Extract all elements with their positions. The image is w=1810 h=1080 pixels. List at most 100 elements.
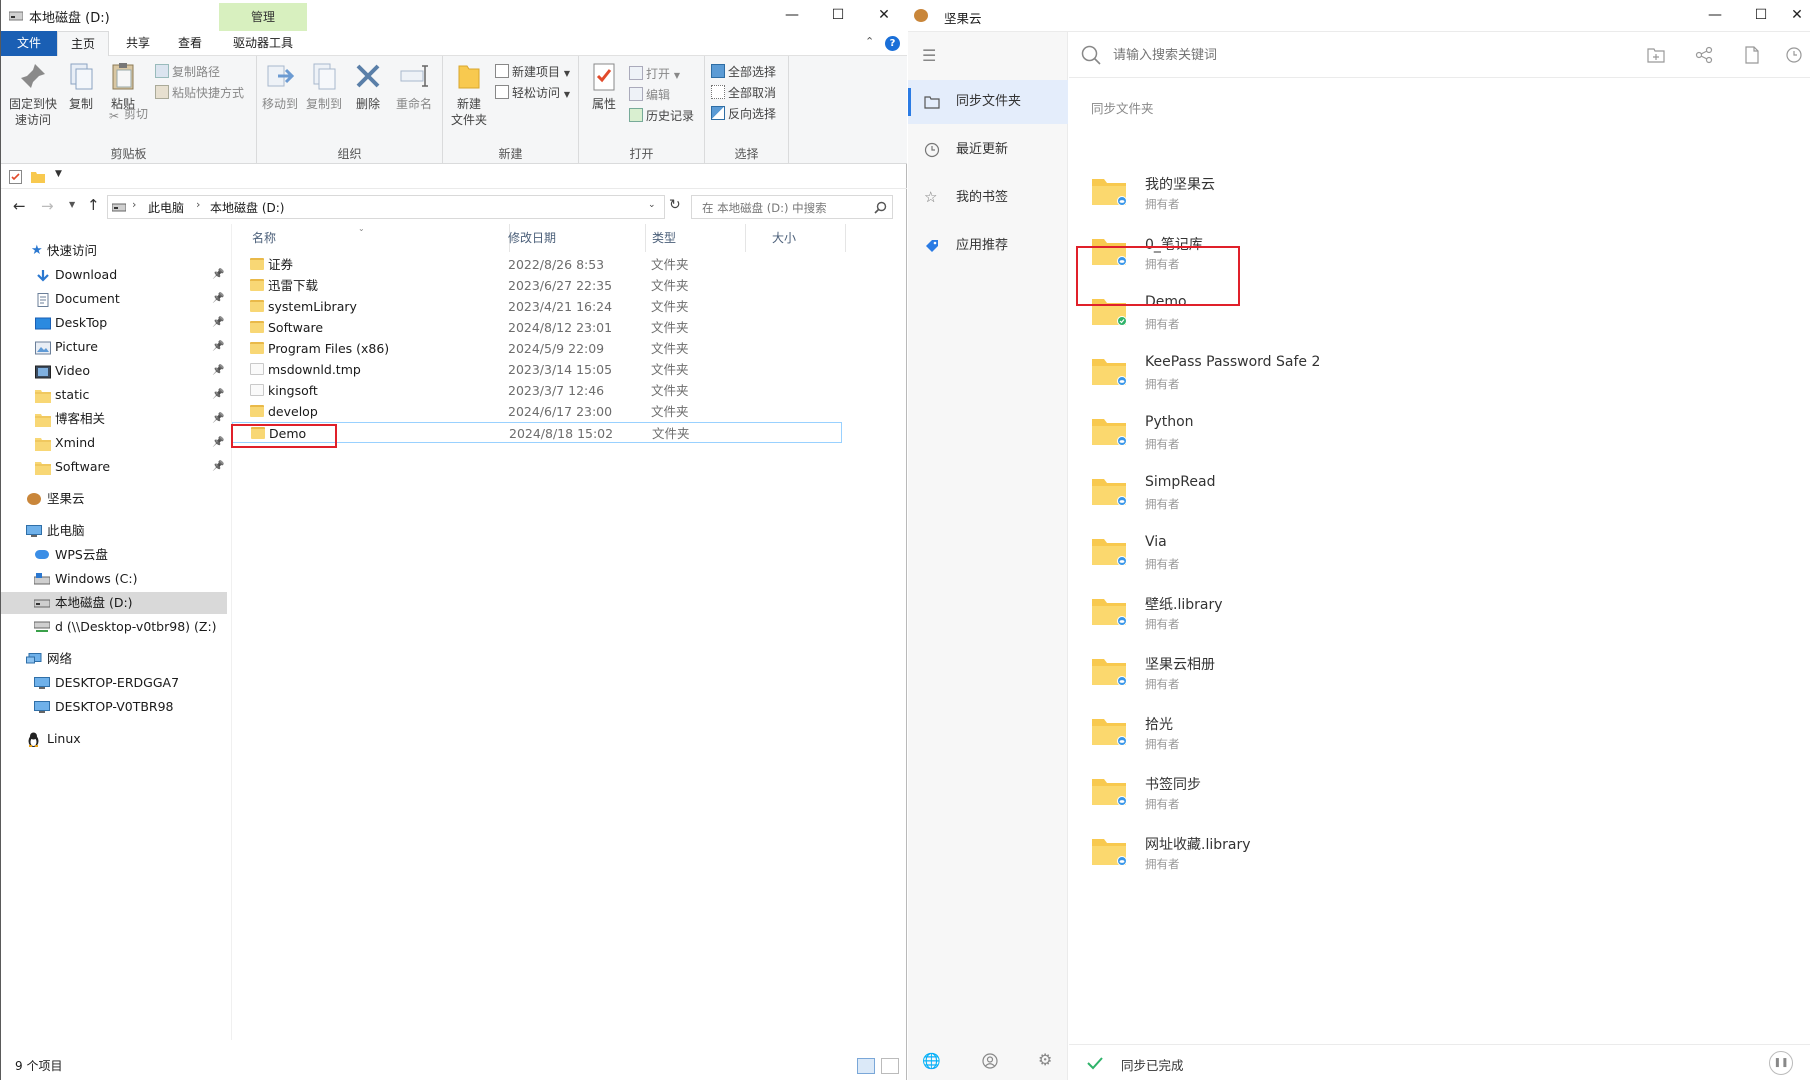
- nav-pinned-desktop[interactable]: DeskTop 📌: [1, 312, 227, 334]
- file-row[interactable]: Software 2024/8/12 23:01 文件夹: [232, 317, 842, 338]
- file-row[interactable]: systemLibrary 2023/4/21 16:24 文件夹: [232, 296, 842, 317]
- sync-folder-item[interactable]: 我的坚果云 拥有者: [1091, 166, 1351, 218]
- nav-recent-updates[interactable]: 最近更新: [908, 128, 1068, 172]
- breadcrumb-drive-d[interactable]: 本地磁盘 (D:): [210, 199, 284, 216]
- move-to-button[interactable]: 移动到: [261, 60, 299, 112]
- recent-locations-icon[interactable]: ▼: [69, 200, 75, 209]
- file-row[interactable]: kingsoft 2023/3/7 12:46 文件夹: [232, 380, 842, 401]
- tab-view[interactable]: 查看: [165, 31, 215, 56]
- nav-desktop-erdgga7[interactable]: DESKTOP-ERDGGA7: [1, 672, 227, 694]
- pin-icon[interactable]: 📌: [212, 312, 224, 334]
- sync-folder-item[interactable]: 书签同步 拥有者: [1091, 766, 1351, 818]
- details-view-icon[interactable]: [857, 1058, 875, 1074]
- sync-folder-item[interactable]: 0_笔记库 拥有者: [1091, 226, 1351, 278]
- sync-folder-item[interactable]: Demo 拥有者: [1091, 286, 1351, 338]
- sync-folder-item[interactable]: 拾光 拥有者: [1091, 706, 1351, 758]
- nav-linux[interactable]: Linux: [1, 728, 227, 750]
- file-row[interactable]: Program Files (x86) 2024/5/9 22:09 文件夹: [232, 338, 842, 359]
- address-bar[interactable]: › 此电脑 › 本地磁盘 (D:) ⌄: [107, 195, 665, 219]
- refresh-icon[interactable]: ↻: [669, 197, 681, 213]
- pin-icon[interactable]: 📌: [212, 360, 224, 382]
- tab-share[interactable]: 共享: [113, 31, 163, 56]
- sync-folder-item[interactable]: 网址收藏.library 拥有者: [1091, 826, 1351, 878]
- properties-button[interactable]: 属性: [587, 60, 621, 112]
- nav-wps-cloud[interactable]: WPS云盘: [1, 544, 227, 566]
- large-icons-view-icon[interactable]: [881, 1058, 899, 1074]
- breadcrumb-this-pc[interactable]: 此电脑: [148, 199, 184, 216]
- help-icon[interactable]: ?: [885, 36, 900, 51]
- file-row[interactable]: msdownld.tmp 2023/3/14 15:05 文件夹: [232, 359, 842, 380]
- paste-shortcut-button[interactable]: 粘贴快捷方式: [155, 83, 244, 103]
- rename-button[interactable]: 重命名: [393, 60, 435, 112]
- tab-drive-tools[interactable]: 驱动器工具: [221, 31, 305, 56]
- file-row[interactable]: Demo 2024/8/18 15:02 文件夹: [232, 422, 842, 443]
- maximize-icon[interactable]: ☐: [815, 0, 861, 31]
- nav-local-disk-d[interactable]: 本地磁盘 (D:): [1, 592, 227, 614]
- pin-icon[interactable]: 📌: [212, 264, 224, 286]
- nav-pinned-[interactable]: 博客相关 📌: [1, 408, 227, 430]
- pin-icon[interactable]: 📌: [212, 408, 224, 430]
- nav-bookmarks[interactable]: ☆ 我的书签: [908, 176, 1068, 220]
- sync-folder-item[interactable]: SimpRead 拥有者: [1091, 466, 1351, 518]
- new-item-button[interactable]: 新建项目 ▼: [495, 62, 570, 82]
- minimize-icon[interactable]: —: [769, 0, 815, 31]
- tab-manage[interactable]: 管理: [219, 3, 307, 31]
- nav-network[interactable]: 网络: [1, 648, 227, 670]
- search-box[interactable]: 在 本地磁盘 (D:) 中搜索: [691, 195, 893, 219]
- search-input[interactable]: [1113, 43, 1513, 67]
- history-button[interactable]: 历史记录: [629, 106, 694, 126]
- close-icon[interactable]: ✕: [1774, 0, 1810, 32]
- pin-icon[interactable]: 📌: [212, 456, 224, 478]
- share-icon[interactable]: [1695, 46, 1713, 64]
- column-type[interactable]: 类型: [646, 224, 746, 252]
- menu-icon[interactable]: ☰: [922, 46, 936, 65]
- select-all-button[interactable]: 全部选择: [711, 62, 776, 82]
- pin-icon[interactable]: 📌: [212, 336, 224, 358]
- open-button[interactable]: 打开 ▼: [629, 64, 680, 84]
- nav-desktop-v0tbr98[interactable]: DESKTOP-V0TBR98: [1, 696, 227, 718]
- globe-icon[interactable]: 🌐: [922, 1052, 941, 1070]
- pause-icon[interactable]: ❚❚: [1769, 1051, 1793, 1075]
- sync-folder-item[interactable]: Python 拥有者: [1091, 406, 1351, 458]
- delete-button[interactable]: 删除: [351, 60, 385, 112]
- invert-selection-button[interactable]: 反向选择: [711, 104, 776, 124]
- nav-jianguoyun[interactable]: 坚果云: [1, 488, 227, 510]
- nav-this-pc[interactable]: 此电脑: [1, 520, 227, 542]
- nav-pinned-software[interactable]: Software 📌: [1, 456, 227, 478]
- properties-small-icon[interactable]: [9, 170, 22, 184]
- nav-sync-folders[interactable]: 同步文件夹: [908, 80, 1068, 124]
- copy-button[interactable]: 复制: [63, 60, 99, 112]
- nav-quick-access[interactable]: ★ 快速访问: [1, 240, 227, 262]
- nav-windows-c[interactable]: Windows (C:): [1, 568, 227, 590]
- nav-pinned-static[interactable]: static 📌: [1, 384, 227, 406]
- easy-access-button[interactable]: 轻松访问 ▼: [495, 83, 570, 103]
- settings-gear-icon[interactable]: ⚙: [1038, 1050, 1052, 1069]
- history-icon[interactable]: [1785, 46, 1803, 64]
- tab-home[interactable]: 主页: [57, 31, 109, 56]
- forward-arrow-icon[interactable]: →: [41, 197, 54, 215]
- file-row[interactable]: develop 2024/6/17 23:00 文件夹: [232, 401, 842, 422]
- copy-path-button[interactable]: 复制路径: [155, 62, 220, 82]
- column-size[interactable]: 大小: [766, 224, 846, 252]
- minimize-icon[interactable]: —: [1692, 0, 1738, 32]
- pin-quick-access-button[interactable]: 固定到快 速访问: [7, 60, 59, 128]
- back-arrow-icon[interactable]: ←: [13, 197, 26, 215]
- up-arrow-icon[interactable]: ↑: [87, 196, 100, 214]
- close-icon[interactable]: ✕: [861, 0, 907, 31]
- nav-pinned-picture[interactable]: Picture 📌: [1, 336, 227, 358]
- edit-button[interactable]: 编辑: [629, 85, 670, 105]
- file-row[interactable]: 证券 2022/8/26 8:53 文件夹: [232, 254, 842, 275]
- nav-pinned-download[interactable]: Download 📌: [1, 264, 227, 286]
- collapse-ribbon-icon[interactable]: ⌃: [865, 35, 874, 48]
- nav-network-drive-z[interactable]: d (\\Desktop-v0tbr98) (Z:): [1, 616, 227, 638]
- nav-pinned-xmind[interactable]: Xmind 📌: [1, 432, 227, 454]
- sync-folder-item[interactable]: Via 拥有者: [1091, 526, 1351, 578]
- pin-icon[interactable]: 📌: [212, 288, 224, 310]
- nav-pinned-video[interactable]: Video 📌: [1, 360, 227, 382]
- nav-app-recommend[interactable]: 应用推荐: [908, 224, 1068, 268]
- cut-button[interactable]: ✂ 剪切: [107, 104, 148, 124]
- customize-toolbar-icon[interactable]: ▼: [55, 169, 62, 179]
- new-folder-button[interactable]: 新建 文件夹: [449, 60, 489, 128]
- copy-to-button[interactable]: 复制到: [305, 60, 343, 112]
- tab-file[interactable]: 文件: [1, 31, 57, 56]
